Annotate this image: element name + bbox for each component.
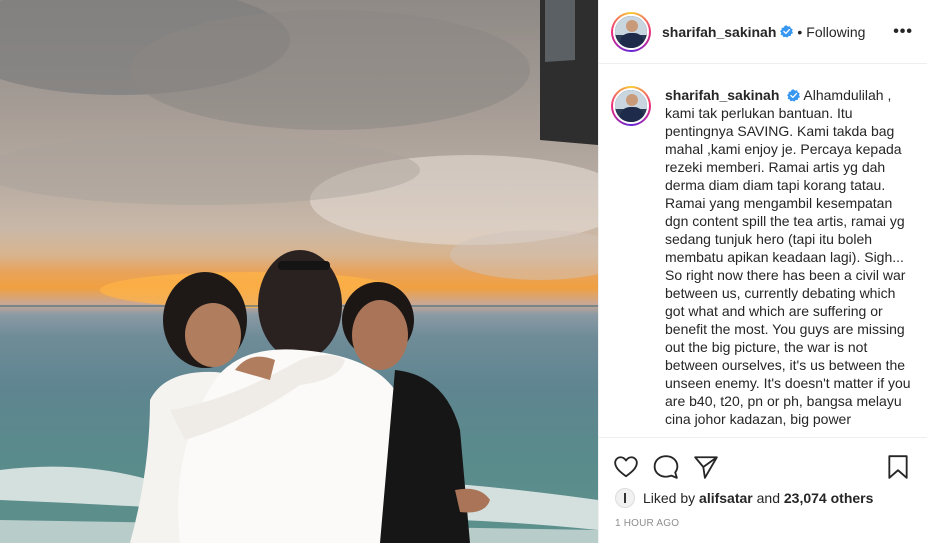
following-button[interactable]: Following: [806, 24, 865, 40]
caption-text-block: sharifah_sakinah Alhamdulilah , kami tak…: [665, 86, 913, 437]
caption-section: sharifah_sakinah Alhamdulilah , kami tak…: [599, 64, 927, 438]
author-username-link[interactable]: sharifah_sakinah: [662, 24, 776, 40]
likes-summary: Liked by alifsatar and 23,074 others: [599, 488, 927, 508]
separator-dot: •: [797, 23, 803, 40]
post-header: sharifah_sakinah • Following •••: [599, 0, 927, 64]
caption-text: Alhamdulilah , kami tak perlukan bantuan…: [665, 87, 911, 427]
more-options-icon[interactable]: •••: [893, 23, 913, 41]
photo-illustration: [0, 0, 598, 543]
share-icon[interactable]: [693, 454, 719, 480]
post-timestamp[interactable]: 1 HOUR AGO: [599, 508, 927, 529]
caption-avatar[interactable]: [611, 86, 651, 126]
post-photo[interactable]: [0, 0, 598, 543]
liker-avatar[interactable]: [615, 488, 635, 508]
author-avatar[interactable]: [611, 11, 651, 52]
heart-icon[interactable]: [613, 454, 639, 480]
comment-icon[interactable]: [653, 454, 679, 480]
post-sidebar: sharifah_sakinah • Following ••• sharifa…: [598, 0, 927, 543]
likes-count-link[interactable]: 23,074 others: [784, 490, 874, 506]
verified-badge-icon: [787, 89, 801, 102]
caption-username-link[interactable]: sharifah_sakinah: [665, 87, 779, 103]
verified-badge-icon: [780, 25, 794, 38]
likes-prefix: Liked by: [643, 490, 696, 506]
likes-and: and: [756, 490, 780, 506]
liker-username-link[interactable]: alifsatar: [699, 490, 753, 506]
action-bar: [599, 438, 927, 486]
bookmark-icon[interactable]: [885, 454, 911, 480]
